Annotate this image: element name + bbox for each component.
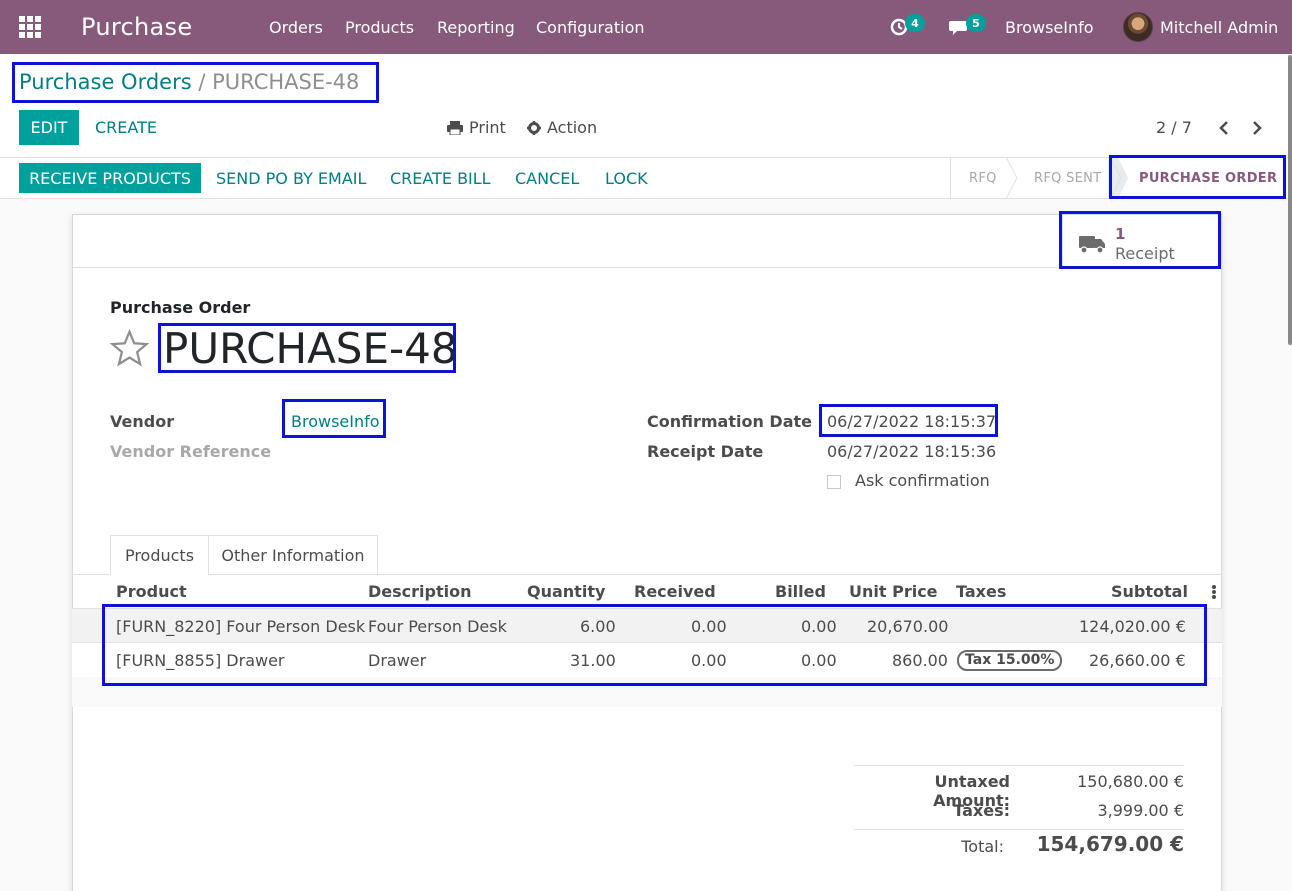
gear-icon [527, 120, 541, 135]
table-footer [72, 677, 1222, 707]
star-icon[interactable] [110, 329, 149, 367]
row-2-description: Drawer [368, 650, 427, 670]
vendor-reference-label: Vendor Reference [110, 442, 272, 461]
row-1-product: [FURN_8220] Four Person Desk [116, 616, 366, 636]
stage-purchase-order[interactable]: PURCHASE ORDER [1139, 157, 1277, 199]
ask-confirmation-checkbox[interactable] [827, 475, 841, 489]
vendor-value[interactable]: BrowseInfo [291, 412, 380, 431]
pager-value: 2 / 7 [1156, 118, 1192, 137]
row-2-unit-price: 860.00 [892, 650, 948, 670]
top-navbar [0, 0, 1292, 54]
col-unit-price[interactable]: Unit Price [849, 575, 938, 608]
breadcrumb-purchase-orders[interactable]: Purchase Orders [19, 70, 192, 94]
smart-button-box [73, 215, 1221, 268]
total-label: Total: [961, 837, 1004, 856]
pager-previous-icon[interactable] [1214, 110, 1234, 145]
row-1-unit-price: 20,670.00 [867, 616, 949, 636]
row-2-subtotal: 26,660.00 € [1089, 650, 1186, 670]
col-billed[interactable]: Billed [775, 575, 826, 608]
app-title[interactable]: Purchase [81, 0, 192, 54]
print-button[interactable]: Print [447, 110, 506, 145]
row-2-received: 0.00 [691, 650, 727, 670]
row-1-quantity: 6.00 [580, 616, 616, 636]
confirmation-date-label: Confirmation Date [647, 412, 813, 431]
confirmation-date-value[interactable]: 06/27/2022 18:15:37 [827, 412, 996, 431]
taxes-label: Taxes: [953, 801, 1010, 820]
breadcrumb: Purchase Orders / PURCHASE-48 [19, 70, 359, 94]
breadcrumb-current: PURCHASE-48 [212, 70, 360, 94]
taxes-value: 3,999.00 € [1097, 801, 1184, 820]
user-avatar[interactable] [1123, 12, 1153, 42]
receipt-date-label: Receipt Date [647, 442, 764, 461]
record-name[interactable]: PURCHASE-48 [163, 323, 458, 375]
totals-top-line [854, 765, 1184, 766]
edit-button[interactable]: EDIT [19, 110, 79, 145]
col-taxes[interactable]: Taxes [956, 575, 1006, 608]
stage-rfq[interactable]: RFQ [969, 157, 997, 199]
truck-icon [1079, 236, 1105, 254]
action-button[interactable]: Action [527, 110, 597, 145]
stage-chevron [1005, 157, 1018, 199]
tax-badge: Tax 15.00% [957, 649, 1063, 671]
row-1-billed: 0.00 [801, 616, 837, 636]
apps-menu-icon[interactable] [19, 0, 41, 54]
receipt-label: Receipt [1115, 244, 1175, 263]
row-1-received: 0.00 [691, 616, 727, 636]
row-1-description: Four Person Desk [368, 616, 507, 636]
row-1-subtotal: 124,020.00 € [1079, 616, 1186, 636]
user-menu[interactable]: Mitchell Admin [1160, 0, 1278, 54]
receipt-count: 1 [1115, 225, 1126, 243]
messages-count-badge: 5 [966, 14, 986, 32]
stage-chevron-active [1108, 157, 1128, 199]
action-label: Action [547, 118, 598, 137]
tab-products[interactable]: Products [110, 535, 209, 575]
vendor-label: Vendor [110, 412, 175, 431]
row-2-product: [FURN_8855] Drawer [116, 650, 285, 670]
col-description[interactable]: Description [368, 575, 471, 608]
col-subtotal[interactable]: Subtotal [1111, 575, 1188, 608]
stage-rfq-sent[interactable]: RFQ SENT [1034, 157, 1101, 199]
menu-products[interactable]: Products [345, 0, 414, 54]
ask-confirmation-label: Ask confirmation [855, 471, 990, 490]
total-value: 154,679.00 € [1036, 832, 1184, 856]
receipt-date-value[interactable]: 06/27/2022 18:15:36 [827, 442, 996, 461]
menu-reporting[interactable]: Reporting [437, 0, 515, 54]
row-2-billed: 0.00 [801, 650, 837, 670]
optional-columns-icon[interactable] [1211, 584, 1217, 600]
record-kind: Purchase Order [110, 298, 251, 317]
page-scrollbar[interactable] [1288, 55, 1292, 345]
col-quantity[interactable]: Quantity [527, 575, 605, 608]
company-switcher[interactable]: BrowseInfo [1005, 0, 1094, 54]
print-icon [447, 120, 463, 135]
breadcrumb-separator: / [198, 70, 206, 94]
receive-products-button[interactable]: RECEIVE PRODUCTS [19, 163, 201, 193]
stage-divider [950, 157, 951, 199]
col-received[interactable]: Received [634, 575, 716, 608]
pager-next-icon[interactable] [1247, 110, 1267, 145]
menu-configuration[interactable]: Configuration [536, 0, 645, 54]
cancel-button[interactable]: CANCEL [515, 161, 579, 196]
activity-count-badge: 4 [905, 14, 925, 32]
print-label: Print [469, 118, 506, 137]
menu-orders[interactable]: Orders [269, 0, 323, 54]
tab-other-information[interactable]: Other Information [208, 535, 378, 575]
create-button[interactable]: CREATE [95, 110, 157, 145]
lock-button[interactable]: LOCK [605, 161, 648, 196]
row-2-taxes: Tax 15.00% [957, 643, 1063, 677]
create-bill-button[interactable]: CREATE BILL [390, 161, 491, 196]
untaxed-amount-value: 150,680.00 € [1077, 772, 1184, 791]
totals-divider [854, 829, 1184, 830]
col-product[interactable]: Product [116, 575, 187, 608]
send-po-email-button[interactable]: SEND PO BY EMAIL [216, 161, 366, 196]
row-2-quantity: 31.00 [570, 650, 616, 670]
receipt-smart-button[interactable]: 1 Receipt [1062, 215, 1222, 268]
